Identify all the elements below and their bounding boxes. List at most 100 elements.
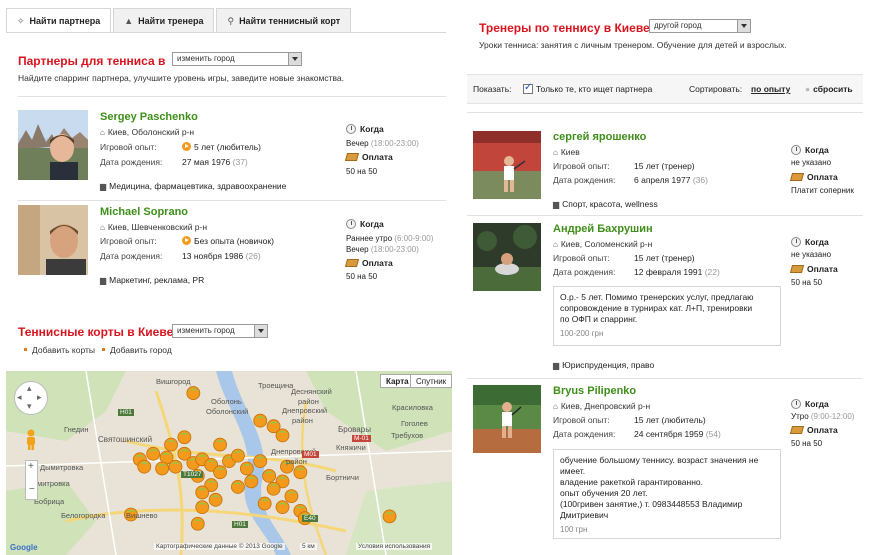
avatar[interactable] — [473, 223, 541, 291]
court-marker[interactable] — [262, 468, 277, 483]
road-label: E40 — [302, 515, 318, 522]
when-value: Утро (9:00-12:00) — [791, 412, 855, 421]
avatar[interactable] — [473, 131, 541, 199]
clock-icon — [791, 145, 801, 155]
court-marker[interactable] — [293, 465, 308, 480]
clock-icon — [791, 237, 801, 247]
avatar[interactable] — [18, 205, 88, 275]
court-marker[interactable] — [177, 430, 192, 445]
bday-label: Дата рождения: — [100, 251, 163, 261]
trainer-name[interactable]: сергей ярошенко — [553, 131, 646, 143]
pin-icon: ✧ — [17, 16, 25, 26]
court-marker[interactable] — [137, 459, 152, 474]
bday-value: 12 февраля 1991 (22) — [634, 267, 720, 277]
avatar[interactable] — [18, 110, 88, 180]
map-label: Требухов — [391, 431, 424, 440]
city-select[interactable]: изменить город — [172, 52, 302, 66]
court-marker[interactable] — [164, 437, 178, 452]
trainer-description: О.р.- 5 лет. Помимо тренерских услуг, пр… — [553, 286, 781, 346]
briefcase-icon: ▆ — [553, 361, 560, 370]
map-label: район — [298, 397, 319, 406]
bday-label: Дата рождения: — [553, 267, 616, 277]
court-marker[interactable] — [213, 465, 227, 480]
court-marker[interactable] — [195, 485, 210, 500]
court-marker[interactable] — [239, 461, 254, 476]
court-marker[interactable] — [253, 413, 268, 428]
add-courts-link[interactable]: Добавить корты — [24, 345, 95, 355]
court-marker[interactable] — [155, 461, 170, 476]
map-label: Днепровский — [282, 406, 328, 415]
partners-panel: ✧ Найти партнера ▲ Найти тренера ⚲ Найти те… — [0, 0, 452, 308]
courts-map[interactable]: Оболонь Оболонский Деснянский район Днеп… — [6, 371, 452, 555]
partner-filter-checkbox[interactable]: Только те, кто ищет партнера — [523, 82, 652, 94]
pan-control[interactable]: ▴ ▾ ◂ ▸ — [14, 381, 48, 415]
divider — [18, 200, 446, 201]
map-label: Белогородка — [61, 511, 106, 520]
court-marker[interactable] — [146, 446, 161, 461]
court-marker[interactable] — [266, 481, 281, 496]
when-time: Вечер (18:00-23:00) — [346, 139, 419, 148]
bday-value: 27 мая 1976 (37) — [182, 157, 248, 167]
tab-find-trainer[interactable]: ▲ Найти тренера — [113, 8, 215, 32]
money-icon — [344, 153, 360, 161]
map-label: район — [286, 457, 307, 466]
partner-tags: ▆ Медицина, фармацевтика, здравоохранение — [100, 181, 287, 191]
court-marker[interactable] — [244, 474, 259, 489]
city-select[interactable]: другой город — [649, 19, 751, 33]
pay-label: Оплата — [789, 264, 838, 274]
trainer-name[interactable]: Андрей Бахрушин — [553, 223, 653, 235]
court-marker[interactable] — [275, 500, 290, 515]
divider — [18, 96, 446, 97]
court-marker[interactable] — [253, 454, 268, 469]
court-marker[interactable] — [195, 500, 210, 515]
trainer-name[interactable]: Bryus Pilipenko — [553, 385, 636, 397]
map-label: Святошинский — [98, 435, 153, 444]
pay-value: Платит соперник — [791, 186, 854, 195]
exp-label: Игровой опыт: — [100, 142, 157, 152]
partner-name[interactable]: Sergey Paschenko — [100, 111, 198, 123]
tab-find-court[interactable]: ⚲ Найти теннисный корт — [216, 8, 352, 32]
road-label: H01 — [232, 521, 248, 528]
sort-by-experience-link[interactable]: по опыту — [751, 84, 790, 94]
court-marker[interactable] — [208, 492, 223, 507]
partner-city: ⌂ Киев, Шевченковский р-н — [100, 222, 208, 232]
page-title: Партнеры для тенниса в — [18, 54, 166, 68]
bday-value: 24 сентября 1959 (54) — [634, 429, 721, 439]
map-label: Вишнево — [126, 511, 158, 520]
check-icon[interactable] — [523, 82, 533, 94]
pegman-icon[interactable] — [25, 429, 37, 451]
court-marker[interactable] — [190, 516, 205, 531]
divider — [467, 215, 863, 216]
court-marker[interactable] — [231, 480, 245, 494]
court-marker[interactable] — [257, 496, 272, 511]
arrow-left-icon: ◂ — [17, 392, 22, 402]
court-marker[interactable] — [284, 489, 299, 504]
trainer-description: обучение большому теннису. возраст значе… — [553, 449, 781, 539]
trainer-tags: ▆ Спорт, красота, wellness — [553, 199, 658, 209]
pay-value: 50 на 50 — [346, 167, 378, 176]
briefcase-icon: ▆ — [100, 182, 107, 191]
zoom-out-icon[interactable]: − — [29, 484, 35, 495]
court-marker[interactable] — [266, 419, 281, 434]
map-scale: 5 км — [300, 543, 317, 550]
map-type-satellite-button[interactable]: Спутник — [410, 374, 452, 388]
partner-name[interactable]: Michael Soprano — [100, 206, 188, 218]
trainer-city: ⌂ Киев, Соломенский р-н — [553, 239, 653, 249]
court-marker[interactable] — [213, 437, 227, 452]
zoom-control[interactable]: + − — [25, 460, 38, 500]
tab-find-partner[interactable]: ✧ Найти партнера — [6, 8, 112, 33]
when-time: Вечер (18:00-23:00) — [346, 245, 419, 254]
court-marker[interactable] — [186, 386, 201, 400]
money-icon — [789, 173, 805, 181]
bday-value: 6 апреля 1977 (36) — [634, 175, 708, 185]
avatar[interactable] — [473, 385, 541, 453]
when-label: Когда — [346, 219, 384, 229]
reset-link[interactable]: ● сбросить — [805, 84, 853, 94]
court-marker[interactable] — [382, 509, 397, 524]
exp-value: Без опыта (новичок) — [182, 236, 274, 246]
zoom-in-icon[interactable]: + — [28, 461, 34, 472]
add-city-link[interactable]: Добавить город — [102, 345, 172, 355]
city-select[interactable]: изменить город — [172, 324, 268, 338]
court-marker[interactable] — [231, 448, 245, 463]
map-terms-link[interactable]: Условия использования — [356, 543, 433, 550]
